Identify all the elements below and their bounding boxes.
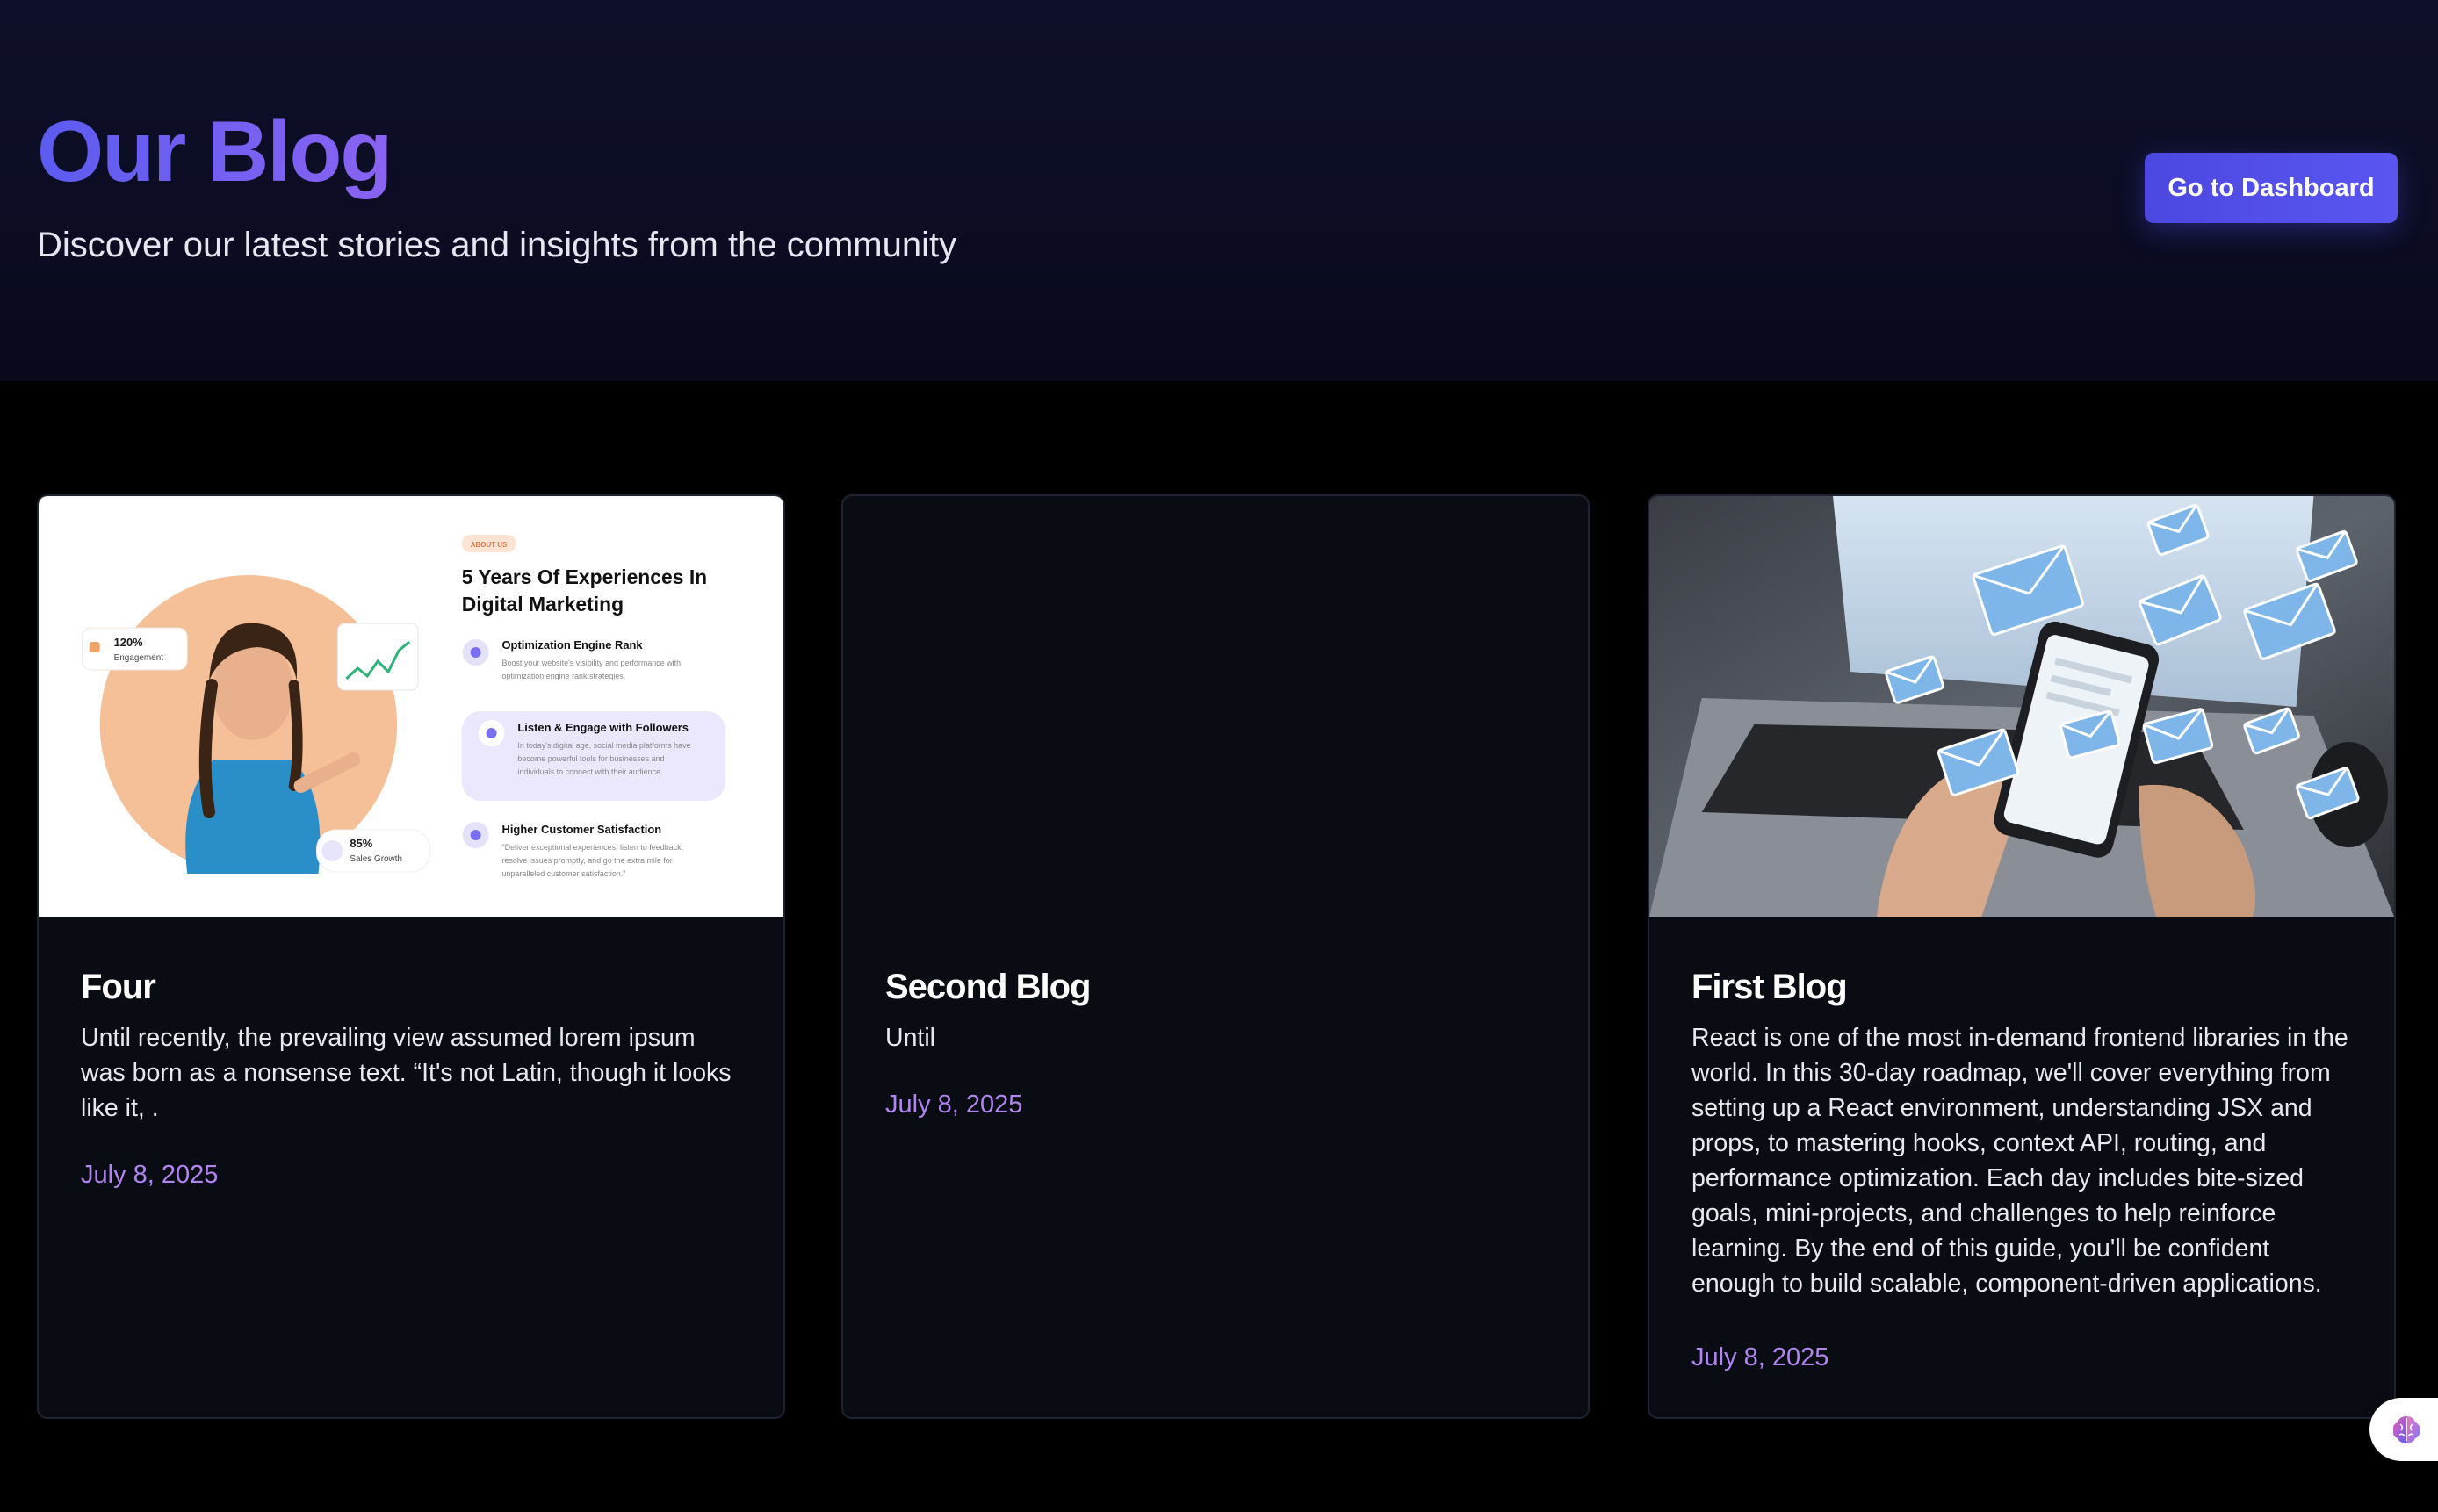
post-image-marketing: 120% Engagement 85% Sales Growth ABOUT U… (39, 496, 783, 917)
blog-header: Our Blog Discover our latest stories and… (0, 0, 2438, 381)
card-body: Four Until recently, the prevailing view… (81, 964, 745, 1192)
sales-value: 85% (350, 837, 372, 850)
feature-desc-1a: Boost your website's visibility and perf… (502, 659, 682, 667)
feature-desc-3c: unparalleled customer satisfaction." (502, 869, 626, 878)
post-excerpt: React is one of the most in-demand front… (1691, 1024, 2348, 1298)
banner-heading-line1: 5 Years Of Experiences In (462, 565, 707, 588)
post-date: July 8, 2025 (81, 1161, 219, 1189)
go-to-dashboard-button[interactable]: Go to Dashboard (2145, 153, 2398, 223)
feature-title-3: Higher Customer Satisfaction (502, 823, 662, 836)
card-body: First Blog React is one of the most in-d… (1691, 964, 2355, 1375)
banner-heading-line2: Digital Marketing (462, 593, 624, 616)
sales-label: Sales Growth (350, 854, 402, 864)
card-body: Second Blog Until July 8, 2025 (885, 964, 1549, 1122)
post-title[interactable]: First Blog (1691, 964, 2355, 1010)
brain-icon (2392, 1416, 2420, 1444)
post-date: July 8, 2025 (885, 1091, 1023, 1119)
blog-card-four[interactable]: 120% Engagement 85% Sales Growth ABOUT U… (37, 494, 785, 1419)
feature-desc-2a: In today's digital age, social media pla… (517, 741, 690, 750)
engagement-label: Engagement (114, 653, 164, 663)
post-excerpt: Until (885, 1024, 936, 1052)
post-date: July 8, 2025 (1691, 1343, 1829, 1372)
feature-desc-3a: "Deliver exceptional experiences, listen… (502, 843, 684, 852)
feature-desc-2b: become powerful tools for businesses and (517, 754, 664, 763)
blog-card-first-blog[interactable]: First Blog React is one of the most in-d… (1648, 494, 2396, 1419)
post-title[interactable]: Four (81, 964, 745, 1010)
post-image-email-phone (1649, 496, 2394, 917)
engagement-value: 120% (114, 636, 144, 649)
feature-desc-2c: individuals to connect with their audien… (517, 767, 662, 776)
page-subtitle: Discover our latest stories and insights… (37, 226, 957, 264)
blog-card-second-blog[interactable]: Second Blog Until July 8, 2025 (841, 494, 1590, 1419)
post-title[interactable]: Second Blog (885, 964, 1549, 1010)
feature-desc-3b: resolve issues promptly, and go the extr… (502, 856, 673, 865)
feature-title-1: Optimization Engine Rank (502, 638, 644, 652)
feature-title-2: Listen & Engage with Followers (517, 721, 689, 734)
post-excerpt: Until recently, the prevailing view assu… (81, 1024, 732, 1122)
feature-desc-1b: optimization engine rank strategies. (502, 672, 626, 680)
about-tag: ABOUT US (471, 541, 508, 549)
floating-assistant-button[interactable] (2369, 1398, 2438, 1461)
page-title: Our Blog (37, 98, 393, 204)
